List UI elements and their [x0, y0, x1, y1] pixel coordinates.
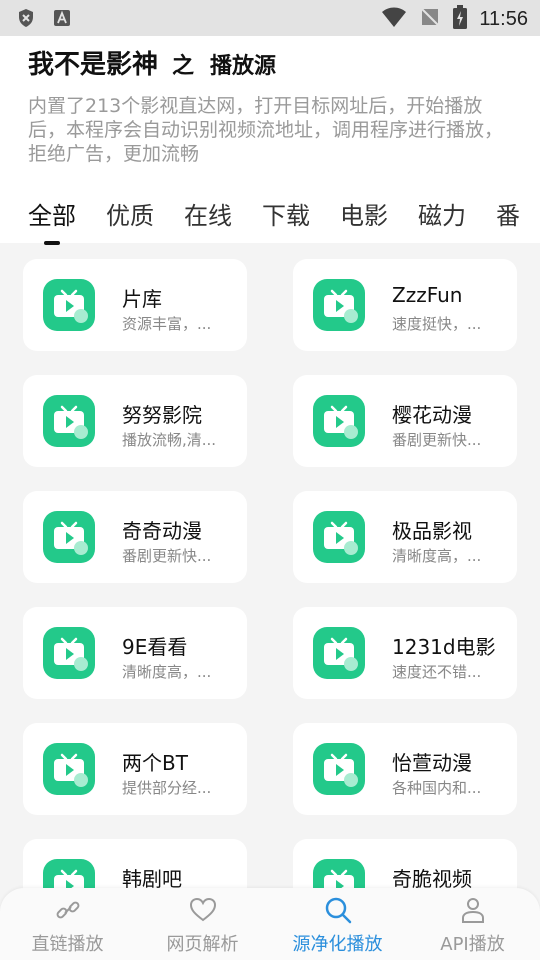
tab-all[interactable]: 全部 — [28, 196, 76, 245]
source-name: 怡萱动漫 — [392, 751, 472, 775]
source-card[interactable]: 两个BT 提供部分经... — [23, 723, 247, 815]
app-title: 我不是影神 — [28, 50, 159, 80]
tv-play-icon — [313, 511, 365, 563]
title-separator: 之 — [172, 54, 195, 79]
source-card[interactable]: 极品影视 清晰度高，... — [293, 491, 517, 583]
nav-label: 网页解析 — [166, 934, 239, 955]
nav-label: 源净化播放 — [292, 934, 383, 955]
page-subtitle: 播放源 — [210, 54, 277, 79]
source-card[interactable]: 9E看看 清晰度高，... — [23, 607, 247, 699]
nav-direct-link[interactable]: 直链播放 — [0, 888, 135, 960]
source-card[interactable]: ZzzFun 速度挺快，... — [293, 259, 517, 351]
nav-api-play[interactable]: API播放 — [405, 888, 540, 960]
no-signal-icon — [419, 6, 441, 32]
source-card[interactable]: 奇奇动漫 番剧更新快... — [23, 491, 247, 583]
nav-web-parse[interactable]: 网页解析 — [135, 888, 270, 960]
category-tabs: 全部 优质 在线 下载 电影 磁力 番 — [28, 196, 520, 245]
header: 我不是影神 之 播放源 内置了213个影视直达网，打开目标网址后，开始播放后，本… — [0, 36, 540, 245]
source-name: 奇奇动漫 — [122, 519, 202, 543]
source-card[interactable]: 片库 资源丰富，... — [23, 259, 247, 351]
tv-play-icon — [313, 395, 365, 447]
nav-label: 直链播放 — [31, 934, 104, 955]
tv-play-icon — [43, 627, 95, 679]
source-desc: 速度挺快，... — [392, 315, 482, 333]
tab-download[interactable]: 下载 — [262, 196, 310, 231]
link-icon — [54, 896, 82, 928]
tv-play-icon — [313, 743, 365, 795]
tv-play-icon — [43, 511, 95, 563]
tv-play-icon — [313, 627, 365, 679]
tv-play-icon — [43, 279, 95, 331]
person-icon — [459, 896, 487, 928]
source-name: ZzzFun — [392, 283, 463, 307]
source-desc: 速度还不错... — [392, 663, 482, 681]
search-icon — [324, 896, 352, 928]
source-name: 樱花动漫 — [392, 403, 472, 427]
source-name: 9E看看 — [122, 635, 188, 659]
source-desc: 清晰度高，... — [392, 547, 482, 565]
status-bar: 11:56 — [0, 0, 540, 36]
tv-play-icon — [43, 743, 95, 795]
page-description: 内置了213个影视直达网，打开目标网址后，开始播放后，本程序会自动识别视频流地址… — [28, 95, 504, 165]
tab-magnet[interactable]: 磁力 — [418, 196, 466, 231]
page-title: 我不是影神 之 播放源 — [28, 44, 276, 81]
tab-online[interactable]: 在线 — [184, 196, 232, 231]
source-desc: 清晰度高，... — [122, 663, 212, 681]
clock: 11:56 — [479, 7, 528, 30]
wifi-icon — [381, 6, 407, 32]
source-desc: 番剧更新快... — [392, 431, 482, 449]
battery-icon — [453, 5, 468, 33]
source-name: 1231d电影 — [392, 635, 496, 659]
tab-movie[interactable]: 电影 — [340, 196, 388, 231]
source-card[interactable]: 樱花动漫 番剧更新快... — [293, 375, 517, 467]
source-desc: 番剧更新快... — [122, 547, 212, 565]
source-desc: 提供部分经... — [122, 779, 212, 797]
source-desc: 各种国内和... — [392, 779, 482, 797]
heart-icon — [189, 896, 217, 928]
tv-play-icon — [43, 395, 95, 447]
tab-quality[interactable]: 优质 — [106, 196, 154, 231]
tv-play-icon — [313, 279, 365, 331]
source-desc: 资源丰富，... — [122, 315, 212, 333]
source-card[interactable]: 怡萱动漫 各种国内和... — [293, 723, 517, 815]
source-name: 极品影视 — [392, 519, 472, 543]
shield-icon — [16, 8, 36, 28]
source-name: 两个BT — [122, 751, 188, 775]
bottom-nav: 直链播放 网页解析 源净化播放 API播放 — [0, 888, 540, 960]
source-desc: 播放流畅,清... — [122, 431, 217, 449]
text-app-icon — [52, 8, 72, 28]
source-card[interactable]: 努努影院 播放流畅,清... — [23, 375, 247, 467]
source-name: 片库 — [122, 287, 162, 311]
nav-label: API播放 — [440, 934, 505, 955]
nav-source-clean-play[interactable]: 源净化播放 — [270, 888, 405, 960]
source-card[interactable]: 1231d电影 速度还不错... — [293, 607, 517, 699]
source-name: 努努影院 — [122, 403, 202, 427]
tab-anime[interactable]: 番 — [496, 196, 520, 231]
